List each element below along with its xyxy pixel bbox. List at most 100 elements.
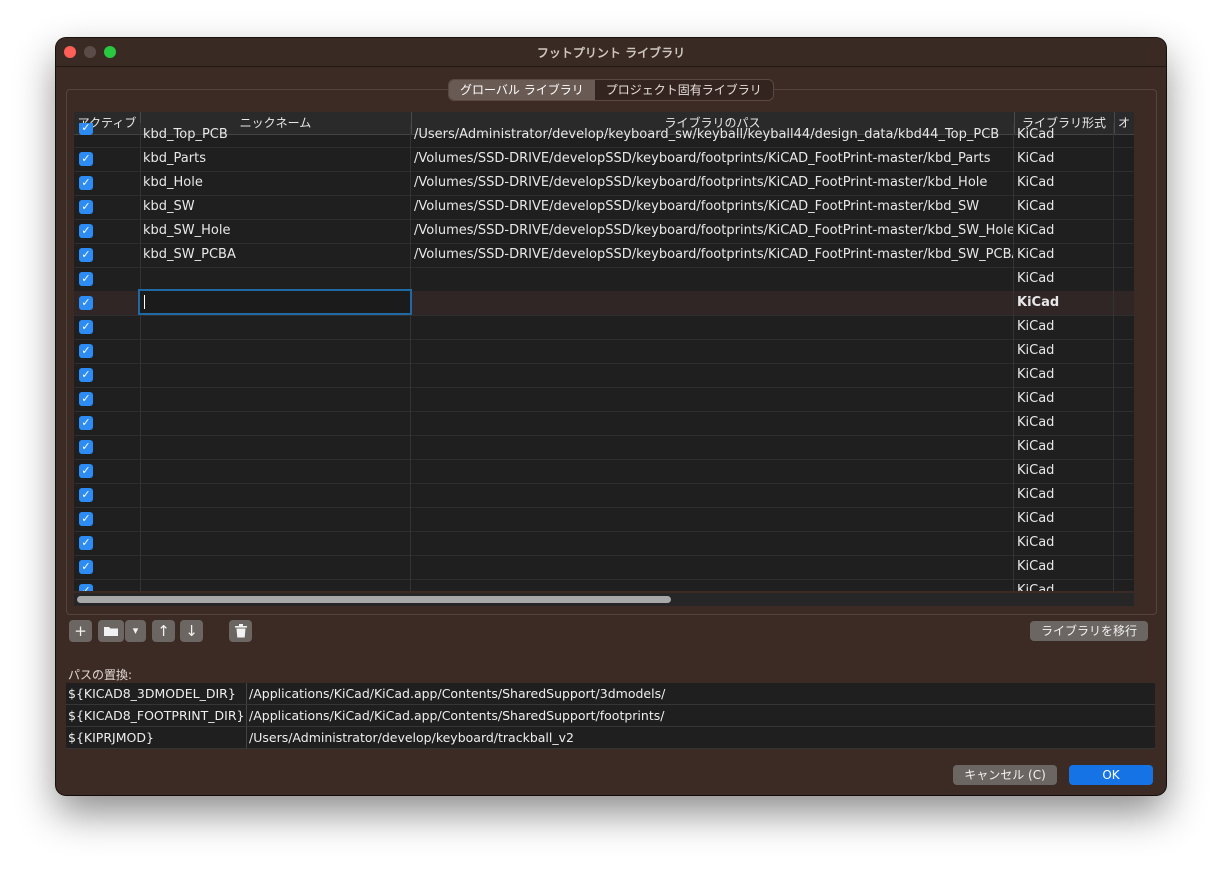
path-cell[interactable] [411, 435, 1014, 459]
active-cell[interactable]: ✓ [74, 219, 141, 243]
type-cell[interactable]: KiCad [1014, 195, 1114, 219]
table-row[interactable]: ✓ KiCad [74, 363, 1134, 388]
checkbox-checked-icon[interactable]: ✓ [79, 200, 93, 214]
active-cell[interactable]: ✓ [74, 531, 141, 555]
options-cell[interactable] [1114, 267, 1134, 291]
type-cell[interactable]: KiCad [1014, 387, 1114, 411]
path-cell[interactable] [411, 315, 1014, 339]
active-cell[interactable]: ✓ [74, 483, 141, 507]
path-cell[interactable] [411, 291, 1014, 315]
tab-project-libraries[interactable]: プロジェクト固有ライブラリ [595, 80, 773, 100]
active-cell[interactable]: ✓ [74, 387, 141, 411]
type-cell[interactable]: KiCad [1014, 459, 1114, 483]
checkbox-checked-icon[interactable]: ✓ [79, 152, 93, 166]
nickname-cell[interactable] [140, 387, 411, 411]
table-row[interactable]: ✓ kbd_SW/Volumes/SSD-DRIVE/developSSD/key… [74, 195, 1134, 220]
substitution-row[interactable]: ${KIPRJMOD} /Users/Administrator/develop… [66, 727, 1155, 749]
remove-library-button[interactable] [229, 620, 252, 642]
nickname-cell[interactable] [140, 483, 411, 507]
nickname-cell[interactable] [140, 459, 411, 483]
options-cell[interactable] [1114, 483, 1134, 507]
table-row[interactable]: ✓ kbd_SW_Hole/Volumes/SSD-DRIVE/developSS… [74, 219, 1134, 244]
type-cell[interactable]: KiCad [1014, 171, 1114, 195]
active-cell[interactable]: ✓ [74, 195, 141, 219]
table-row[interactable]: ✓ KiCad [74, 289, 1134, 316]
nickname-cell[interactable]: kbd_Top_PCB [140, 123, 411, 147]
options-cell[interactable] [1114, 435, 1134, 459]
nickname-edit-field[interactable] [138, 289, 412, 315]
browse-library-button[interactable] [98, 620, 124, 642]
type-cell[interactable]: KiCad [1014, 147, 1114, 171]
type-cell[interactable]: KiCad [1014, 531, 1114, 555]
substitution-row[interactable]: ${KICAD8_FOOTPRINT_DIR} /Applications/Ki… [66, 705, 1155, 727]
active-cell[interactable]: ✓ [74, 291, 141, 315]
nickname-cell[interactable] [140, 411, 411, 435]
options-cell[interactable] [1114, 123, 1134, 147]
move-up-button[interactable]: ↑ [152, 620, 175, 642]
options-cell[interactable] [1114, 171, 1134, 195]
type-cell[interactable]: KiCad [1014, 363, 1114, 387]
table-row[interactable]: ✓ KiCad [74, 339, 1134, 364]
checkbox-checked-icon[interactable]: ✓ [79, 584, 93, 591]
type-cell[interactable]: KiCad [1014, 123, 1114, 147]
path-cell[interactable] [411, 555, 1014, 579]
type-cell[interactable]: KiCad [1014, 339, 1114, 363]
path-cell[interactable]: /Volumes/SSD-DRIVE/developSSD/keyboard/f… [411, 171, 1014, 195]
nickname-cell[interactable] [140, 579, 411, 591]
checkbox-checked-icon[interactable]: ✓ [79, 536, 93, 550]
path-cell[interactable] [411, 387, 1014, 411]
type-cell[interactable]: KiCad [1014, 579, 1114, 591]
checkbox-checked-icon[interactable]: ✓ [79, 416, 93, 430]
path-cell[interactable] [411, 531, 1014, 555]
nickname-cell[interactable] [140, 339, 411, 363]
checkbox-checked-icon[interactable]: ✓ [79, 123, 93, 135]
table-row[interactable]: ✓ kbd_Parts/Volumes/SSD-DRIVE/developSSD/… [74, 147, 1134, 172]
checkbox-checked-icon[interactable]: ✓ [79, 464, 93, 478]
nickname-cell[interactable] [140, 531, 411, 555]
ok-button[interactable]: OK [1069, 765, 1153, 785]
table-row[interactable]: ✓ KiCad [74, 315, 1134, 340]
move-down-button[interactable]: ↓ [180, 620, 203, 642]
table-row[interactable]: ✓ kbd_SW_PCBA/Volumes/SSD-DRIVE/developSS… [74, 243, 1134, 268]
nickname-cell[interactable] [140, 363, 411, 387]
options-cell[interactable] [1114, 339, 1134, 363]
add-library-button[interactable]: + [69, 620, 92, 642]
path-cell[interactable]: /Volumes/SSD-DRIVE/developSSD/keyboard/f… [411, 195, 1014, 219]
checkbox-checked-icon[interactable]: ✓ [79, 560, 93, 574]
type-cell[interactable]: KiCad [1014, 291, 1114, 315]
path-cell[interactable] [411, 363, 1014, 387]
options-cell[interactable] [1114, 219, 1134, 243]
active-cell[interactable]: ✓ [74, 339, 141, 363]
active-cell[interactable]: ✓ [74, 363, 141, 387]
options-cell[interactable] [1114, 411, 1134, 435]
table-row[interactable]: ✓ KiCad [74, 435, 1134, 460]
path-cell[interactable] [411, 459, 1014, 483]
path-cell[interactable] [411, 339, 1014, 363]
path-cell[interactable] [411, 267, 1014, 291]
active-cell[interactable]: ✓ [74, 459, 141, 483]
horizontal-scroll-thumb[interactable] [77, 596, 671, 603]
nickname-cell[interactable] [140, 555, 411, 579]
options-cell[interactable] [1114, 579, 1134, 591]
nickname-cell[interactable]: kbd_SW [140, 195, 411, 219]
checkbox-checked-icon[interactable]: ✓ [79, 176, 93, 190]
type-cell[interactable]: KiCad [1014, 507, 1114, 531]
checkbox-checked-icon[interactable]: ✓ [79, 440, 93, 454]
options-cell[interactable] [1114, 315, 1134, 339]
table-row[interactable]: ✓ KiCad [74, 411, 1134, 436]
active-cell[interactable]: ✓ [74, 411, 141, 435]
horizontal-scrollbar[interactable] [74, 593, 1134, 606]
options-cell[interactable] [1114, 507, 1134, 531]
checkbox-checked-icon[interactable]: ✓ [79, 296, 93, 310]
table-row[interactable]: ✓ KiCad [74, 579, 1134, 591]
path-cell[interactable]: /Volumes/SSD-DRIVE/developSSD/keyboard/f… [411, 147, 1014, 171]
active-cell[interactable]: ✓ [74, 555, 141, 579]
active-cell[interactable]: ✓ [74, 315, 141, 339]
active-cell[interactable]: ✓ [74, 435, 141, 459]
options-cell[interactable] [1114, 195, 1134, 219]
table-row[interactable]: ✓ KiCad [74, 507, 1134, 532]
nickname-cell[interactable]: kbd_SW_Hole [140, 219, 411, 243]
path-cell[interactable]: /Volumes/SSD-DRIVE/developSSD/keyboard/f… [411, 219, 1014, 243]
nickname-cell[interactable]: kbd_Parts [140, 147, 411, 171]
table-row[interactable]: ✓ KiCad [74, 555, 1134, 580]
